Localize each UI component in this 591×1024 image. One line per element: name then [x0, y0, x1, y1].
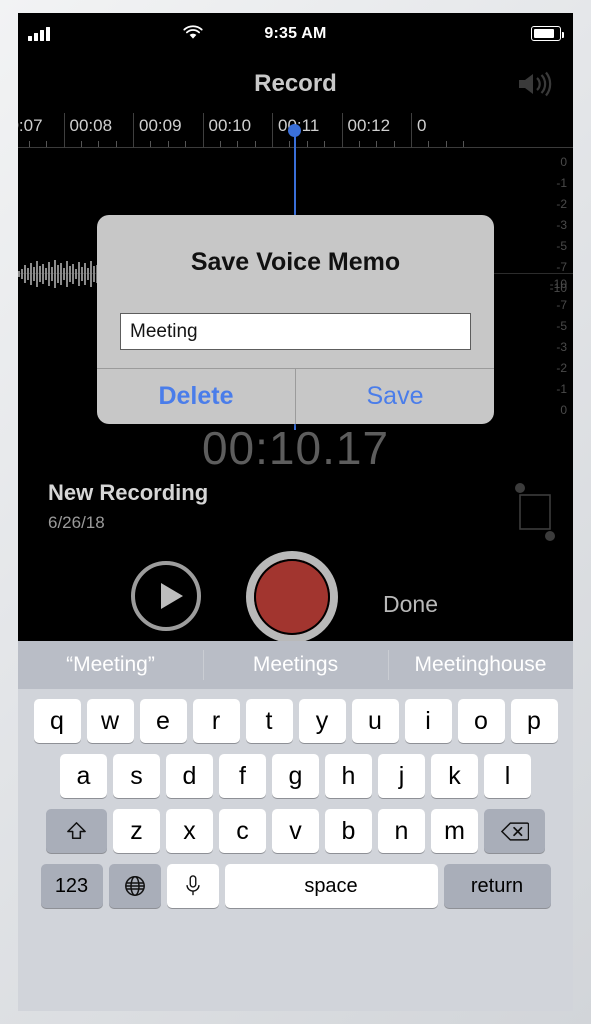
space-key[interactable]: space	[224, 864, 438, 908]
dialog-buttons: Delete Save	[97, 368, 494, 424]
globe-icon[interactable]	[108, 864, 161, 908]
key-z[interactable]: z	[113, 809, 160, 853]
backspace-key[interactable]	[484, 809, 545, 853]
key-b[interactable]: b	[325, 809, 372, 853]
keyboard-row-3: zxcvbnm	[21, 809, 570, 853]
key-m[interactable]: m	[431, 809, 478, 853]
key-k[interactable]: k	[431, 754, 478, 798]
key-f[interactable]: f	[219, 754, 266, 798]
key-c[interactable]: c	[219, 809, 266, 853]
key-s[interactable]: s	[113, 754, 160, 798]
key-n[interactable]: n	[378, 809, 425, 853]
microphone-icon[interactable]	[166, 864, 219, 908]
key-a[interactable]: a	[60, 754, 107, 798]
key-t[interactable]: t	[245, 699, 293, 743]
keyboard-row-2: asdfghjkl	[21, 754, 570, 798]
save-button[interactable]: Save	[296, 369, 494, 424]
key-p[interactable]: p	[510, 699, 558, 743]
key-d[interactable]: d	[166, 754, 213, 798]
key-o[interactable]: o	[457, 699, 505, 743]
key-w[interactable]: w	[86, 699, 134, 743]
screenshot-frame: 9:35 AM Record 00:0700:0800:0900:1000:11…	[0, 0, 591, 1024]
key-e[interactable]: e	[139, 699, 187, 743]
keyboard-row-1: qwertyuiop	[21, 699, 570, 743]
prediction-0[interactable]: “Meeting”	[18, 641, 203, 689]
key-g[interactable]: g	[272, 754, 319, 798]
keyboard-row-4: 123 space return	[21, 864, 570, 908]
key-i[interactable]: i	[404, 699, 452, 743]
shift-key[interactable]	[46, 809, 107, 853]
return-key[interactable]: return	[443, 864, 551, 908]
key-j[interactable]: j	[378, 754, 425, 798]
key-r[interactable]: r	[192, 699, 240, 743]
key-x[interactable]: x	[166, 809, 213, 853]
key-rows: qwertyuiop asdfghjkl zxcvbnm 123 space r…	[18, 689, 573, 1011]
key-q[interactable]: q	[33, 699, 81, 743]
prediction-2[interactable]: Meetinghouse	[388, 641, 573, 689]
key-l[interactable]: l	[484, 754, 531, 798]
key-y[interactable]: y	[298, 699, 346, 743]
prediction-1[interactable]: Meetings	[203, 641, 388, 689]
phone-screen: 9:35 AM Record 00:0700:0800:0900:1000:11…	[18, 13, 573, 1011]
key-v[interactable]: v	[272, 809, 319, 853]
predictive-text-bar: “Meeting” Meetings Meetinghouse	[18, 641, 573, 689]
key-u[interactable]: u	[351, 699, 399, 743]
onscreen-keyboard: “Meeting” Meetings Meetinghouse qwertyui…	[18, 641, 573, 1011]
memo-name-input[interactable]: Meeting	[120, 313, 471, 350]
save-voice-memo-dialog: Save Voice Memo Meeting Delete Save	[97, 215, 494, 424]
delete-button[interactable]: Delete	[97, 369, 296, 424]
key-h[interactable]: h	[325, 754, 372, 798]
dialog-title: Save Voice Memo	[190, 248, 401, 276]
numbers-key[interactable]: 123	[40, 864, 103, 908]
